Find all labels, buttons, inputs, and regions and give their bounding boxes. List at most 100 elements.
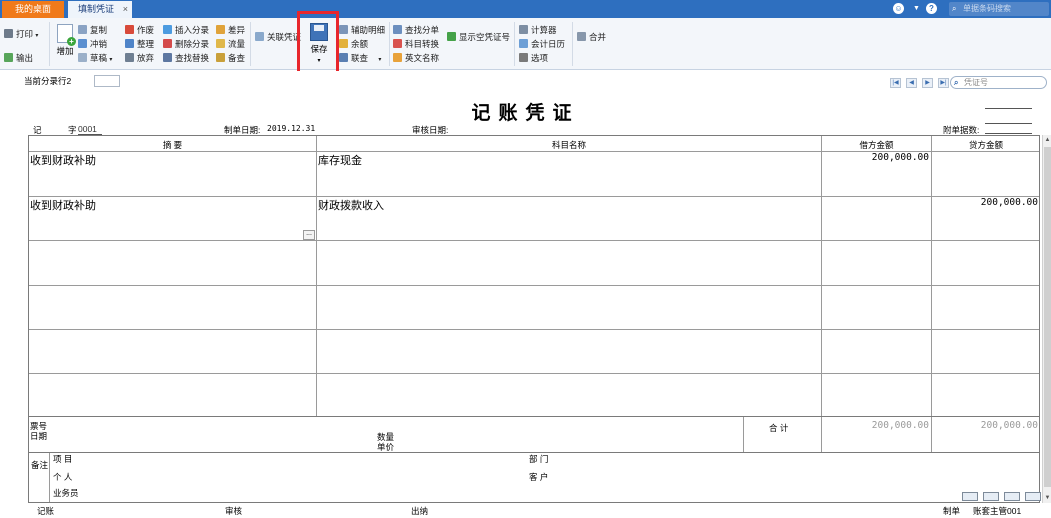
options-button[interactable]: 选项 bbox=[519, 52, 548, 65]
summary-cell[interactable]: 收到财政补助 bbox=[30, 197, 96, 213]
grid-divider bbox=[49, 453, 50, 502]
calendar-icon bbox=[519, 39, 528, 48]
column-header-credit: 贷方金额 bbox=[968, 140, 1003, 150]
grid-divider bbox=[29, 373, 1039, 374]
toolbar-divider bbox=[49, 22, 50, 66]
add-button[interactable]: 增加 bbox=[55, 24, 76, 57]
bookkeeping-label: 记账 bbox=[37, 506, 55, 516]
vertical-scrollbar[interactable]: ▲ ▼ bbox=[1042, 135, 1051, 503]
user-icon[interactable]: ☺ bbox=[893, 3, 904, 14]
current-row-field[interactable] bbox=[94, 75, 120, 87]
debit-total: 200,000.00 bbox=[871, 420, 929, 431]
previous-record-icon[interactable]: ◀ bbox=[906, 78, 917, 88]
scroll-down-icon[interactable]: ▼ bbox=[1044, 494, 1051, 502]
account-convert-button[interactable]: 科目转换 bbox=[393, 38, 439, 51]
summary-picker-button[interactable]: ... bbox=[303, 230, 315, 240]
person-label[interactable]: 个 人 bbox=[53, 471, 72, 483]
draft-button[interactable]: 草稿 ▾ bbox=[78, 52, 112, 65]
abandon-icon bbox=[125, 53, 134, 62]
find-replace-button[interactable]: 查找替换 bbox=[163, 52, 209, 65]
header-rule bbox=[985, 133, 1032, 134]
header-rule bbox=[985, 123, 1032, 124]
export-button[interactable]: 输出 bbox=[4, 52, 33, 65]
next-record-icon[interactable]: ▶ bbox=[922, 78, 933, 88]
barcode-search-input[interactable]: ⌕ 单据条码搜索 bbox=[949, 2, 1049, 16]
voucher-number-search-input[interactable]: ⌕ 凭证号 bbox=[950, 76, 1047, 89]
reverse-button[interactable]: 冲销 bbox=[78, 38, 107, 51]
attachment-icon[interactable] bbox=[962, 492, 978, 501]
credit-amount-cell[interactable]: 200,000.00 bbox=[932, 197, 1038, 208]
cash-flow-button[interactable]: 流量 bbox=[216, 38, 245, 51]
grid-divider bbox=[29, 329, 1039, 330]
voucher-number-field[interactable]: 0001 bbox=[78, 124, 102, 135]
grid-divider bbox=[931, 136, 932, 416]
cash-flow-icon bbox=[216, 39, 225, 48]
debit-amount-cell[interactable]: 200,000.00 bbox=[822, 152, 929, 163]
grid-divider bbox=[29, 240, 1039, 241]
show-empty-voucher-no-button[interactable]: 显示空凭证号 bbox=[447, 31, 510, 44]
insert-entry-button[interactable]: 插入分录 bbox=[163, 24, 209, 37]
draft-icon bbox=[78, 53, 87, 62]
difference-icon bbox=[216, 25, 225, 34]
collapse-icon[interactable] bbox=[1025, 492, 1041, 501]
tab-voucher-entry[interactable]: 填制凭证 × bbox=[68, 1, 132, 18]
audit-label: 审核 bbox=[225, 506, 243, 516]
merge-button[interactable]: 合并 bbox=[577, 31, 606, 44]
memo-button[interactable]: 备查 bbox=[216, 52, 245, 65]
abandon-button[interactable]: 放弃 bbox=[125, 52, 154, 65]
account-cell[interactable]: 财政拨款收入 bbox=[318, 197, 384, 213]
cashier-label: 出纳 bbox=[411, 506, 429, 516]
account-cell[interactable]: 库存现金 bbox=[318, 152, 362, 168]
calculator-button[interactable]: 计算器 bbox=[519, 24, 557, 37]
header-rule bbox=[985, 108, 1032, 109]
help-icon[interactable]: ? bbox=[926, 3, 937, 14]
department-label[interactable]: 部 门 bbox=[529, 453, 548, 465]
balance-icon bbox=[339, 39, 348, 48]
tab-home[interactable]: 我的桌面 bbox=[2, 1, 64, 18]
toolbar-divider bbox=[572, 22, 573, 66]
layout-icon[interactable] bbox=[1004, 492, 1020, 501]
find-entry-button[interactable]: 查找分单 bbox=[393, 24, 439, 37]
chevron-down-icon[interactable]: ▼ bbox=[911, 3, 922, 14]
date-field[interactable]: 2019.12.31 bbox=[267, 124, 315, 133]
account-convert-icon bbox=[393, 39, 402, 48]
barcode-search-placeholder: 单据条码搜索 bbox=[963, 4, 1011, 13]
remarks-label: 备注 bbox=[31, 460, 49, 470]
difference-button[interactable]: 差异 bbox=[216, 24, 245, 37]
show-empty-no-icon bbox=[447, 32, 456, 41]
organize-icon bbox=[125, 39, 134, 48]
voucher-image-icon[interactable] bbox=[983, 492, 999, 501]
link-query-button[interactable]: 联查 ▾ bbox=[339, 52, 381, 65]
options-icon bbox=[519, 53, 528, 62]
scroll-thumb[interactable] bbox=[1044, 147, 1051, 487]
toolbar-divider bbox=[389, 22, 390, 66]
print-button[interactable]: 打印 ▾ bbox=[4, 28, 38, 41]
copy-icon bbox=[78, 25, 87, 34]
search-icon: ⌕ bbox=[954, 78, 959, 87]
close-icon[interactable]: × bbox=[123, 1, 128, 18]
void-button[interactable]: 作废 bbox=[125, 24, 154, 37]
organize-button[interactable]: 整理 bbox=[125, 38, 154, 51]
link-icon bbox=[255, 32, 264, 41]
salesperson-label[interactable]: 业务员 bbox=[53, 487, 79, 499]
grid-divider bbox=[821, 136, 822, 416]
voucher-totals-row: 票号 日期 数量 单价 合 计 200,000.00 200,000.00 bbox=[28, 417, 1040, 453]
balance-button[interactable]: 余额 bbox=[339, 38, 368, 51]
toolbar: 打印 ▾ 输出 增加 复制 冲销 草稿 ▾ 作废 整理 放弃 插入分录 删除分录… bbox=[0, 18, 1051, 70]
tab-voucher-label: 填制凭证 bbox=[78, 4, 115, 14]
aux-detail-button[interactable]: 辅助明细 bbox=[339, 24, 385, 37]
summary-cell[interactable]: 收到财政补助 bbox=[30, 152, 96, 168]
accounting-calendar-button[interactable]: 会计日历 bbox=[519, 38, 565, 51]
copy-button[interactable]: 复制 bbox=[78, 24, 107, 37]
english-name-button[interactable]: 英文名称 bbox=[393, 52, 439, 65]
first-record-icon[interactable]: |◀ bbox=[890, 78, 901, 88]
reverse-icon bbox=[78, 39, 87, 48]
delete-row-icon bbox=[163, 39, 172, 48]
customer-label[interactable]: 客 户 bbox=[529, 471, 548, 483]
last-record-icon[interactable]: ▶| bbox=[938, 78, 949, 88]
scroll-up-icon[interactable]: ▲ bbox=[1044, 136, 1051, 144]
voucher-title: 记账凭证 bbox=[471, 102, 580, 124]
linked-voucher-button[interactable]: 关联凭证 bbox=[255, 31, 301, 44]
delete-entry-button[interactable]: 删除分录 bbox=[163, 38, 209, 51]
project-label[interactable]: 项 目 bbox=[53, 453, 72, 465]
